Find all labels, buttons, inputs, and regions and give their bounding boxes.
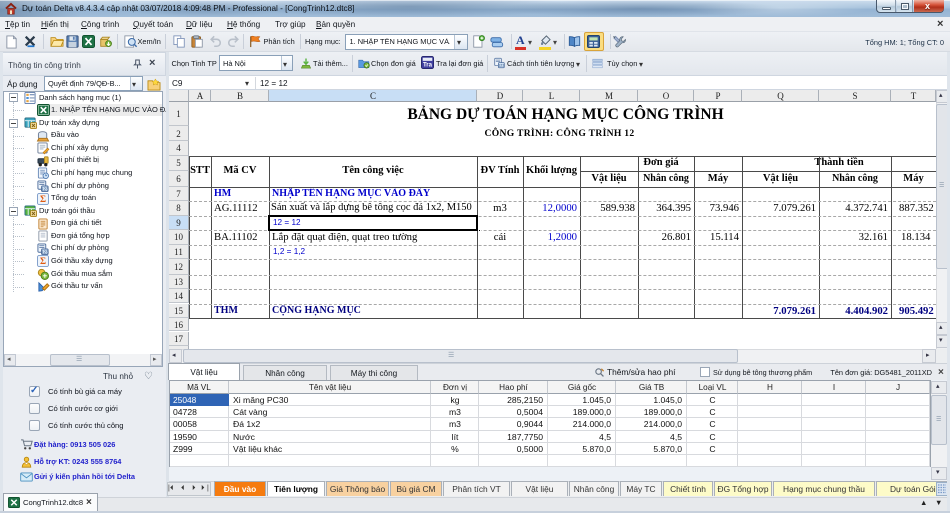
svg-text:Σ: Σ: [40, 194, 46, 204]
svg-text:Σ: Σ: [40, 257, 46, 267]
svg-text:Tra: Tra: [423, 63, 433, 69]
svg-text:123: 123: [498, 64, 504, 68]
svg-text:123: 123: [41, 186, 49, 191]
svg-text:123: 123: [41, 249, 49, 254]
